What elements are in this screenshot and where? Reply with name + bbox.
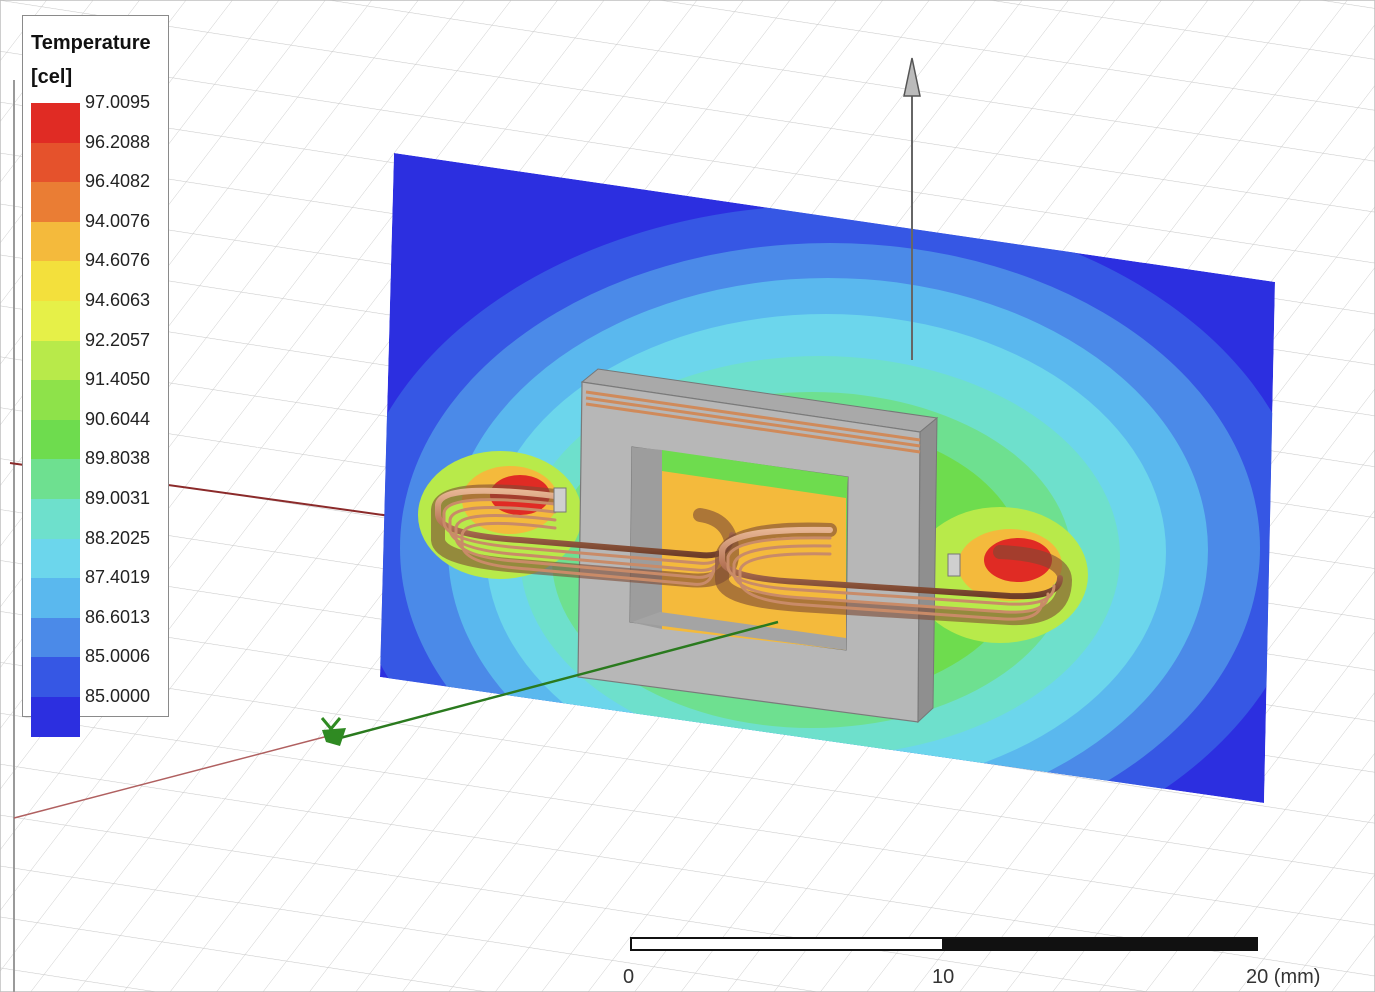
legend-swatch (31, 578, 80, 618)
legend-value: 97.0095 (85, 92, 151, 112)
3d-viewport[interactable] (0, 0, 1375, 992)
legend-value: 94.0076 (85, 210, 151, 231)
legend-swatch (31, 380, 80, 420)
legend-color-bar (31, 103, 80, 737)
legend-swatch (31, 221, 80, 262)
temperature-legend: Temperature [cel] 97.0095 96.2088 96.4082 9… (22, 15, 169, 737)
legend-swatch (31, 142, 80, 183)
scale-label-0: 0 (623, 966, 635, 988)
legend-value: 86.6013 (85, 606, 151, 627)
legend-value: 88.2025 (85, 527, 151, 548)
legend-value: 89.8038 (85, 448, 151, 469)
legend-swatch (31, 459, 80, 499)
scale-bar (630, 937, 1258, 951)
legend-value: 94.6063 (85, 289, 151, 310)
legend-value: 91.4050 (85, 369, 151, 390)
legend-swatch (31, 617, 80, 658)
legend-swatch (31, 538, 80, 579)
legend-swatch (31, 103, 80, 143)
legend-swatch (31, 300, 80, 341)
legend-value: 87.4019 (85, 567, 151, 588)
legend-value: 85.0000 (85, 685, 151, 706)
legend-value: 90.6044 (85, 408, 151, 429)
scale-label-20mm: 20 (mm) (1246, 966, 1321, 988)
legend-swatch (31, 419, 80, 460)
legend-swatch (31, 261, 80, 301)
transformer-core (577, 368, 939, 724)
legend-swatch (31, 696, 80, 737)
legend-swatch (31, 498, 80, 539)
legend-value: 96.2088 (85, 131, 151, 152)
legend-swatch (31, 657, 80, 697)
legend-swatch (31, 182, 80, 222)
legend-value: 94.6076 (85, 250, 151, 271)
legend-value: 85.0006 (85, 646, 151, 667)
legend-value: 96.4082 (85, 171, 151, 192)
legend-swatch (31, 340, 80, 381)
scale-bar-black-segment (944, 937, 1258, 951)
legend-values: 97.0095 96.2088 96.4082 94.0076 94.6076 94.60… (85, 92, 167, 726)
legend-title: Temperature [cel] (31, 32, 151, 88)
scale-bar-white-segment (630, 937, 944, 951)
legend-value: 92.2057 (85, 329, 151, 350)
scale-label-10: 10 (932, 966, 955, 988)
legend-value: 89.0031 (85, 487, 151, 508)
